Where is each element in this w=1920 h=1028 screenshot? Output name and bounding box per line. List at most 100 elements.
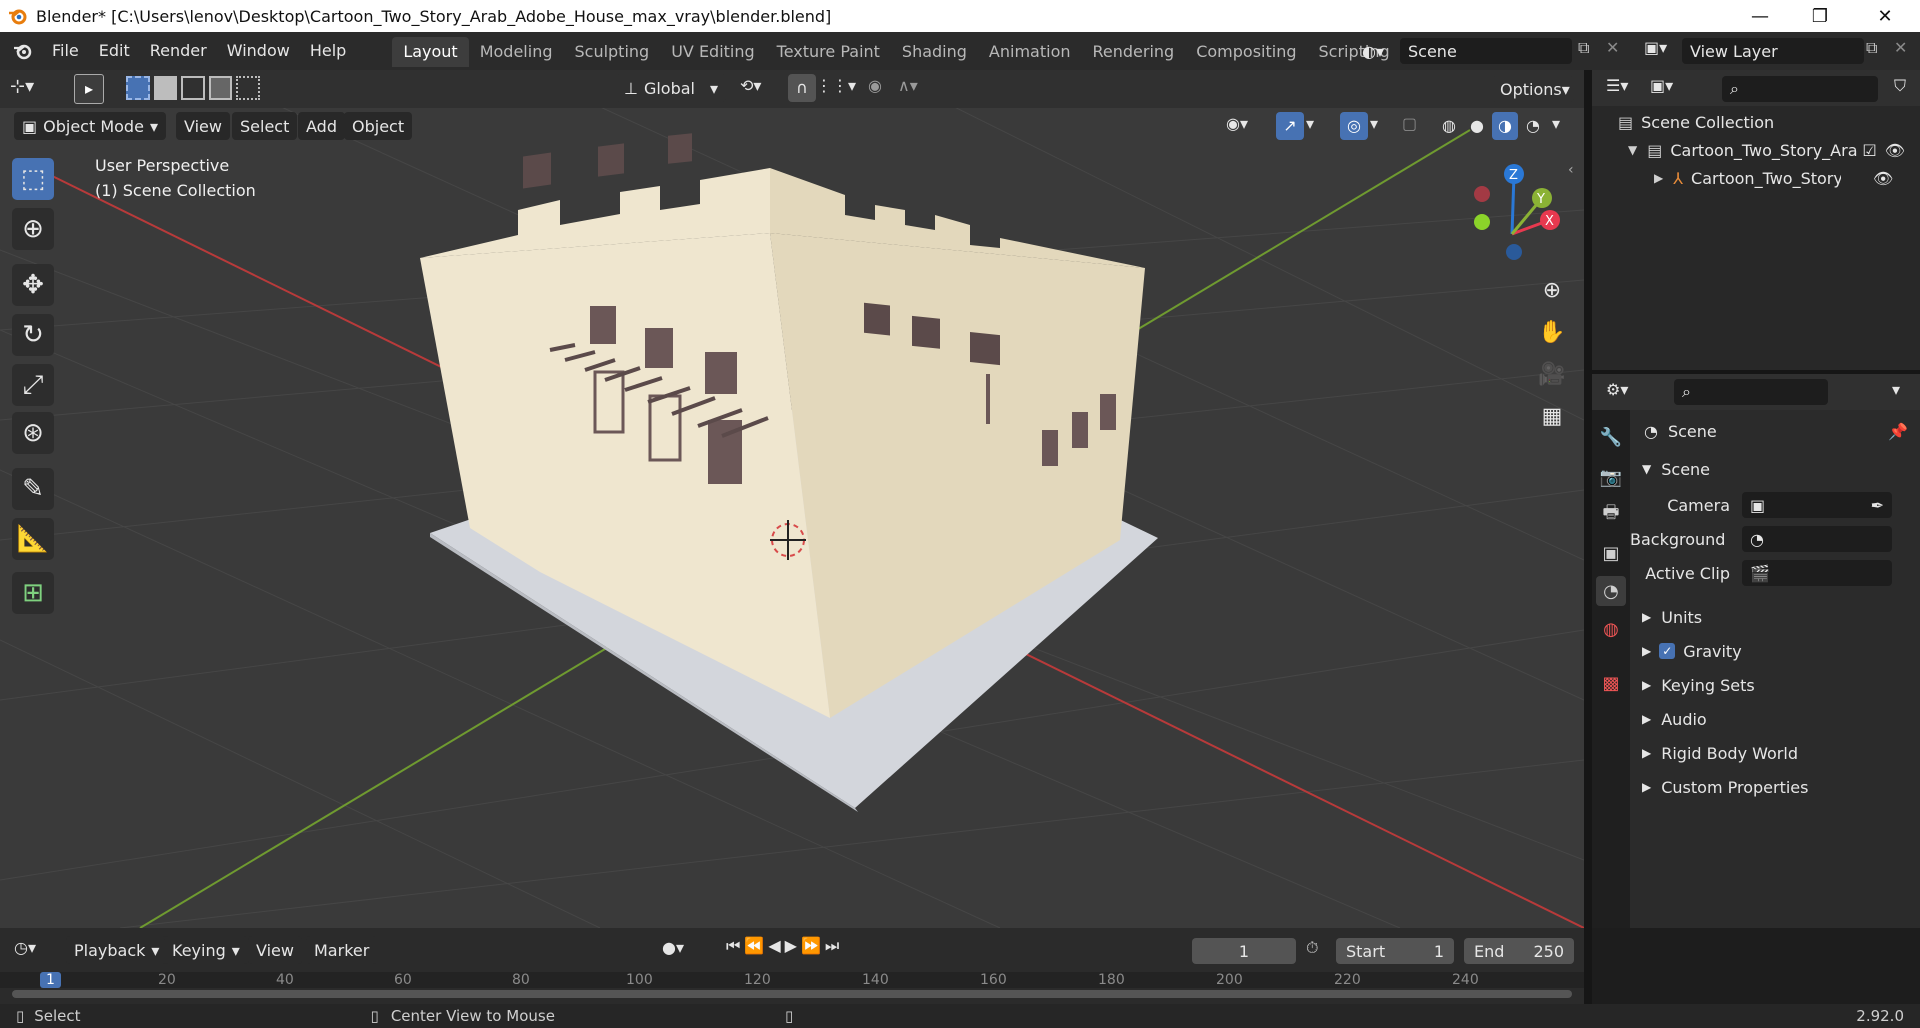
navigation-gizmo[interactable]: Z X Y [1460, 160, 1580, 280]
maximize-button[interactable]: ❐ [1790, 0, 1850, 32]
timeline-view-menu[interactable]: View [248, 936, 302, 964]
tab-compositing[interactable]: Compositing [1185, 37, 1307, 67]
tab-sculpting[interactable]: Sculpting [563, 37, 660, 67]
background-scene-field[interactable]: ◔ [1742, 526, 1892, 552]
units-panel-header[interactable]: ▶ Units [1630, 602, 1920, 632]
scale-tool-button[interactable]: ⤢ [12, 364, 54, 406]
exclude-checkbox-icon[interactable]: ☑ [1862, 141, 1876, 160]
marker-menu[interactable]: Marker [306, 936, 378, 964]
keying-menu[interactable]: Keying ▾ [164, 936, 248, 964]
tool-tab-icon[interactable]: 🔧 [1596, 422, 1626, 452]
camera-view-icon[interactable]: 🎥 [1534, 356, 1570, 392]
viewport-menu-object[interactable]: Object [344, 112, 413, 140]
eyedropper-icon[interactable]: ✒ [1871, 496, 1884, 515]
play-reverse-icon[interactable]: ◀ [768, 936, 780, 964]
mode-intersect-icon[interactable] [236, 76, 260, 100]
stopwatch-icon[interactable]: ⏱ [1306, 938, 1330, 964]
chevron-down-icon[interactable]: ▾ [1306, 114, 1326, 140]
output-tab-icon[interactable]: 🖶 [1596, 500, 1626, 530]
options-dropdown[interactable]: Options ▾ [1492, 76, 1574, 102]
next-keyframe-icon[interactable]: ⏩ [801, 936, 821, 964]
blender-menu-icon[interactable] [12, 40, 34, 62]
editor-separator[interactable] [1592, 370, 1920, 374]
outliner-row-scene-collection[interactable]: ▤ Scene Collection [1592, 108, 1920, 136]
3d-viewport[interactable]: ⊹▾ ▸ ⊥ Global ▾ ⟲▾ ∩ ⋮⋮▾ ◉ ∧▾ Options ▾ … [0, 70, 1584, 928]
scene-tab-icon[interactable]: ◔ [1596, 576, 1626, 606]
scene-browse-icon[interactable]: ◐▾ [1362, 38, 1392, 64]
chevron-down-icon[interactable]: ▾ [1552, 114, 1572, 140]
scene-name-field[interactable]: Scene [1400, 38, 1572, 64]
transform-orientation-dropdown[interactable]: ⊥ Global ▾ [616, 74, 726, 102]
timeline-ruler[interactable]: 1 20 40 60 80 100 120 140 160 180 200 22… [0, 972, 1584, 988]
tool-settings-editor-icon[interactable]: ⊹▾ [10, 76, 54, 102]
wireframe-shading-icon[interactable]: ◍ [1436, 112, 1462, 140]
falloff-icon[interactable]: ∧▾ [898, 76, 938, 102]
menu-edit[interactable]: Edit [89, 32, 140, 70]
custom-properties-panel-header[interactable]: ▶ Custom Properties [1630, 772, 1920, 802]
viewport-menu-select[interactable]: Select [232, 112, 298, 140]
zoom-icon[interactable]: ⊕ [1534, 272, 1570, 308]
chevron-down-icon[interactable]: ▾ [1892, 380, 1916, 406]
tab-layout[interactable]: Layout [392, 37, 469, 67]
gravity-panel-header[interactable]: ▶ ✓ Gravity [1630, 636, 1920, 666]
outliner-row-collection[interactable]: ▼ ▤ Cartoon_Two_Story_Arab ☑ 👁 [1592, 136, 1920, 164]
filter-icon[interactable]: ⛉ [1894, 76, 1920, 102]
properties-editor-icon[interactable]: ⚙▾ [1606, 380, 1646, 406]
xray-toggle-icon[interactable]: ▢ [1402, 114, 1426, 140]
close-button[interactable]: ✕ [1855, 0, 1915, 32]
transform-tool-button[interactable]: ⊛ [12, 412, 54, 454]
select-box-tool-icon[interactable]: ▸ [74, 74, 104, 104]
select-tool-button[interactable]: ⬚ [12, 158, 54, 200]
expand-arrow-icon[interactable]: ▼ [1628, 143, 1637, 157]
eye-icon[interactable]: 👁 [1873, 169, 1893, 188]
timeline-scrollbar[interactable] [12, 990, 1572, 998]
end-frame-field[interactable]: End 250 [1464, 938, 1574, 964]
rigid-body-world-panel-header[interactable]: ▶ Rigid Body World [1630, 738, 1920, 768]
viewport-menu-add[interactable]: Add [298, 112, 345, 140]
outliner-search-input[interactable]: ⌕ [1722, 76, 1878, 102]
scene-panel-header[interactable]: ▼ Scene [1630, 454, 1920, 484]
annotate-tool-button[interactable]: ✎ [12, 468, 54, 510]
audio-panel-header[interactable]: ▶ Audio [1630, 704, 1920, 734]
move-tool-button[interactable]: ✥ [12, 264, 54, 306]
playhead[interactable]: 1 [40, 972, 61, 988]
pivot-point-icon[interactable]: ⟲▾ [740, 76, 780, 102]
tab-animation[interactable]: Animation [978, 37, 1082, 67]
menu-file[interactable]: File [42, 32, 89, 70]
world-tab-icon[interactable]: ◍ [1596, 614, 1626, 644]
jump-start-icon[interactable]: ⏮ [726, 936, 740, 964]
gravity-checkbox[interactable]: ✓ [1659, 643, 1676, 659]
proportional-edit-icon[interactable]: ◉ [868, 76, 896, 102]
tab-texture-paint[interactable]: Texture Paint [766, 37, 891, 67]
tab-shading[interactable]: Shading [891, 37, 978, 67]
view-layer-name-field[interactable]: View Layer [1682, 38, 1864, 64]
overlays-toggle-icon[interactable]: ◎ [1340, 112, 1368, 140]
timeline-editor-icon[interactable]: ◷▾ [14, 938, 54, 964]
new-view-layer-icon[interactable]: ⧉ [1866, 38, 1888, 64]
measure-tool-button[interactable]: 📐 [12, 518, 54, 560]
pin-icon[interactable]: 📌 [1888, 422, 1908, 441]
perspective-toggle-icon[interactable]: ▦ [1534, 398, 1570, 434]
keying-sets-panel-header[interactable]: ▶ Keying Sets [1630, 670, 1920, 700]
editor-separator[interactable] [1584, 70, 1592, 1004]
outliner-row-object[interactable]: ▶ ⅄ Cartoon_Two_Story_/ 👁 [1592, 164, 1920, 192]
sidebar-toggle-icon[interactable]: ‹ [1568, 162, 1582, 182]
record-icon[interactable]: ●▾ [662, 938, 698, 964]
view-layer-browse-icon[interactable]: ▣▾ [1644, 38, 1678, 64]
display-mode-icon[interactable]: ▣▾ [1650, 76, 1694, 102]
tab-modeling[interactable]: Modeling [469, 37, 564, 67]
rendered-shading-icon[interactable]: ◔ [1520, 112, 1546, 140]
mode-extend-icon[interactable] [153, 76, 178, 100]
delete-scene-icon[interactable]: ✕ [1606, 38, 1626, 64]
delete-view-layer-icon[interactable]: ✕ [1894, 38, 1914, 64]
outliner-editor-icon[interactable]: ☰▾ [1606, 76, 1646, 102]
expand-arrow-icon[interactable]: ▶ [1654, 171, 1663, 185]
render-tab-icon[interactable]: 📷 [1596, 462, 1626, 492]
mode-new-icon[interactable] [126, 76, 150, 100]
texture-tab-icon[interactable]: ▩ [1596, 668, 1626, 698]
menu-help[interactable]: Help [300, 32, 356, 70]
properties-search-input[interactable]: ⌕ [1674, 379, 1828, 405]
viewport-menu-view[interactable]: View [176, 112, 230, 140]
menu-render[interactable]: Render [140, 32, 217, 70]
active-clip-field[interactable]: 🎬 [1742, 560, 1892, 586]
